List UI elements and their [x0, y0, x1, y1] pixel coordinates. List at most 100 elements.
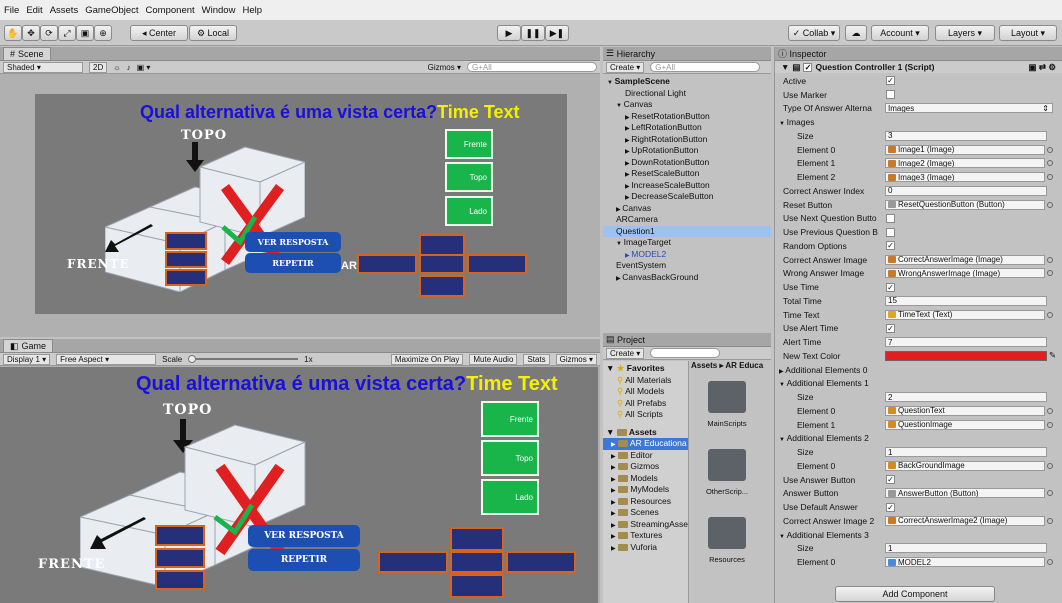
game-view-canvas[interactable]: Qual alternativa é uma vista certa?Time … [0, 367, 598, 603]
object-picker-icon[interactable] [1047, 146, 1053, 153]
field-input[interactable]: 3 [885, 130, 1047, 141]
field-input[interactable]: 15 [885, 295, 1047, 306]
scene-right-rotation-button[interactable] [467, 254, 527, 274]
asset-folder-item[interactable]: ▶ Scenes [603, 507, 688, 519]
shading-select[interactable]: Shaded ▾ [3, 61, 83, 73]
tab-scene[interactable]: # Scene [3, 47, 51, 60]
mute-audio-toggle[interactable]: Mute Audio [469, 353, 518, 365]
scene-option-topo[interactable]: Topo [445, 162, 493, 192]
transform-tool-icon[interactable]: ⊕ [94, 25, 112, 41]
fold-arrow-icon[interactable]: ▶ [611, 477, 616, 483]
fold-arrow-icon[interactable]: ▶ [611, 534, 616, 540]
scene-option-lado[interactable]: Lado [445, 196, 493, 226]
fold-arrow-icon[interactable]: ▼ [607, 80, 615, 86]
rect-tool-icon[interactable]: ▣ [76, 25, 94, 41]
game-left-rotation-button[interactable] [378, 551, 448, 573]
aspect-select[interactable]: Free Aspect ▾ [56, 353, 157, 365]
object-field[interactable]: AnswerButton (Button) [885, 488, 1045, 499]
object-field[interactable]: MODEL2 [885, 557, 1045, 568]
scene-up-rotation-button[interactable] [419, 234, 465, 256]
fold-arrow-icon[interactable]: ▼ [616, 103, 624, 109]
layers-dropdown[interactable]: Layers ▾ [935, 25, 995, 41]
project-search-input[interactable] [650, 348, 721, 358]
field-select[interactable]: Images ⇕ [885, 103, 1053, 114]
game-right-rotation-button[interactable] [506, 551, 576, 573]
project-folder-tile[interactable]: OtherScrip... [691, 445, 763, 513]
object-field[interactable]: CorrectAnswerImage (Image) [885, 254, 1045, 265]
hierarchy-item[interactable]: ▶ IncreaseScaleButton [603, 180, 771, 192]
game-option-topo[interactable]: Topo [481, 440, 539, 476]
object-picker-icon[interactable] [1047, 407, 1053, 414]
object-picker-icon[interactable] [1047, 201, 1053, 208]
play-button[interactable]: ▶ [497, 25, 521, 41]
field-checkbox[interactable]: ✓ [886, 76, 895, 86]
hierarchy-item[interactable]: ▶ MODEL2 [603, 249, 771, 261]
hierarchy-item[interactable]: Question1 [603, 225, 771, 237]
object-picker-icon[interactable] [1047, 270, 1053, 277]
fold-arrow-icon[interactable]: ▼ [779, 437, 787, 443]
scale-slider[interactable] [188, 355, 299, 363]
asset-folder-item[interactable]: ▶ Editor [603, 450, 688, 462]
menu-window[interactable]: Window [202, 5, 236, 16]
scene-gizmos-dropdown[interactable]: Gizmos ▾ [428, 63, 461, 72]
fold-arrow-icon[interactable]: ▶ [611, 500, 616, 506]
stats-toggle[interactable]: Stats [523, 353, 550, 365]
hierarchy-search-input[interactable]: G+All [650, 62, 761, 72]
hierarchy-item[interactable]: EventSystem [603, 260, 771, 272]
fold-arrow-icon[interactable]: ▼ [779, 534, 787, 540]
field-checkbox[interactable]: ✓ [886, 323, 895, 333]
hierarchy-item[interactable]: ▶ ResetScaleButton [603, 168, 771, 180]
audio-icon[interactable]: ♪ [127, 63, 131, 72]
component-enabled-checkbox[interactable]: ✓ [803, 62, 813, 72]
field-input[interactable]: 2 [885, 392, 1047, 403]
object-picker-icon[interactable] [1047, 462, 1053, 469]
pivot-local-button[interactable]: ⚙ Local [189, 25, 237, 41]
scene-search-input[interactable]: G+All [467, 62, 597, 72]
fold-arrow-icon[interactable]: ▶ [611, 511, 616, 517]
asset-folder-item[interactable]: ▶ StreamingAsse [603, 519, 688, 531]
favorite-item[interactable]: ⚲ All Prefabs [603, 398, 688, 410]
color-field[interactable] [885, 350, 1047, 361]
favorite-item[interactable]: ⚲ All Materials [603, 375, 688, 387]
hierarchy-item[interactable]: Directional Light [603, 88, 771, 100]
game-ver-resposta-button[interactable]: VER RESPOSTA [248, 525, 360, 547]
object-picker-icon[interactable] [1047, 517, 1053, 524]
scene-decrease-scale-button[interactable] [165, 269, 207, 286]
hierarchy-item[interactable]: ▼ ImageTarget [603, 237, 771, 249]
scale-slider-handle[interactable] [188, 355, 197, 363]
object-picker-icon[interactable] [1047, 160, 1053, 167]
asset-folder-item[interactable]: ▶ Models [603, 473, 688, 485]
layout-dropdown[interactable]: Layout ▾ [999, 25, 1057, 41]
fold-arrow-icon[interactable]: ▼ [616, 241, 624, 247]
collab-dropdown[interactable]: ✓ Collab ▾ [788, 25, 840, 41]
game-repetir-button[interactable]: REPETIR [248, 549, 360, 571]
field-checkbox[interactable] [886, 227, 895, 237]
object-picker-icon[interactable] [1047, 256, 1053, 263]
object-field[interactable]: ResetQuestionButton (Button) [885, 199, 1045, 210]
scene-left-rotation-button[interactable] [357, 254, 417, 274]
step-button[interactable]: ▶❚ [545, 25, 569, 41]
field-checkbox[interactable]: ✓ [886, 241, 895, 251]
hierarchy-item[interactable]: ARCamera [603, 214, 771, 226]
fold-arrow-icon[interactable]: ▶ [611, 454, 616, 460]
project-folder-tile[interactable]: MainScripts [691, 377, 763, 445]
scene-repetir-button[interactable]: REPETIR [245, 253, 341, 273]
rotate-tool-icon[interactable]: ⟳ [40, 25, 58, 41]
object-field[interactable]: Image2 (Image) [885, 158, 1045, 169]
hierarchy-item[interactable]: ▶ DecreaseScaleButton [603, 191, 771, 203]
field-checkbox[interactable] [886, 213, 895, 223]
asset-folder-item[interactable]: ▶ Vuforia [603, 542, 688, 554]
menu-file[interactable]: File [4, 5, 19, 16]
game-reset-scale-button[interactable] [155, 548, 205, 568]
lighting-icon[interactable]: ☼ [113, 63, 120, 72]
maximize-on-play-toggle[interactable]: Maximize On Play [390, 353, 464, 365]
hierarchy-item[interactable]: ▶ LeftRotationButton [603, 122, 771, 134]
asset-folder-item[interactable]: ▶ MyModels [603, 484, 688, 496]
fold-arrow-icon[interactable]: ▶ [611, 442, 616, 448]
component-header[interactable]: ▼ ▤ ✓ Question Controller 1 (Script) ▣ ⇄… [775, 61, 1062, 73]
object-field[interactable]: Image3 (Image) [885, 172, 1045, 183]
scene-reset-scale-button[interactable] [165, 251, 207, 268]
object-field[interactable]: QuestionImage [885, 419, 1045, 430]
move-tool-icon[interactable]: ✥ [22, 25, 40, 41]
cloud-icon[interactable]: ☁ [845, 25, 867, 41]
